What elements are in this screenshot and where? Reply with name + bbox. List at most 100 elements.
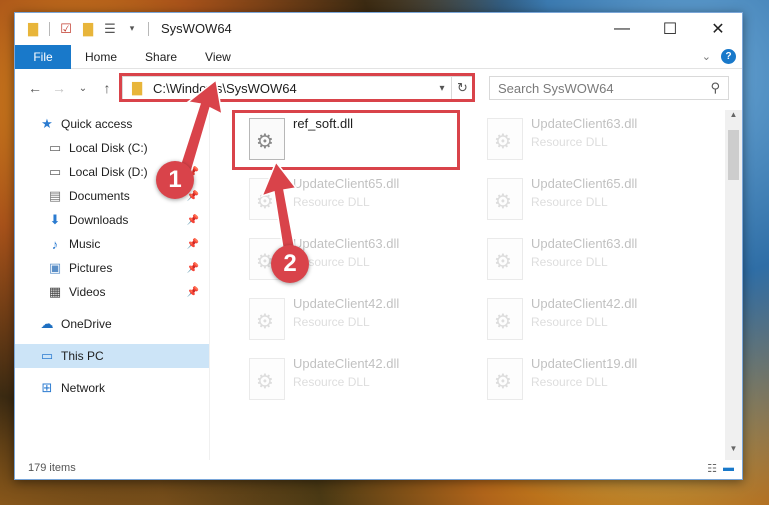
- tab-share[interactable]: Share: [131, 50, 191, 64]
- sidebar-item-local-disk-c[interactable]: ▭ Local Disk (C:) 📌: [15, 136, 209, 160]
- item-count: 179 items: [28, 462, 76, 474]
- help-icon[interactable]: ?: [721, 49, 736, 64]
- file-type: Resource DLL: [531, 315, 608, 329]
- scroll-up-icon[interactable]: ▲: [725, 110, 742, 126]
- pane-divider: [209, 110, 210, 460]
- toolbar-separator: [49, 21, 50, 36]
- file-type: Resource DLL: [531, 195, 608, 209]
- videos-icon: ▦: [48, 284, 62, 299]
- back-button[interactable]: ←: [23, 80, 47, 96]
- pin-icon: 📌: [186, 262, 199, 274]
- dll-file-icon: [487, 118, 523, 160]
- minimize-button[interactable]: —: [598, 13, 646, 45]
- file-tile[interactable]: UpdateClient65.dll Resource DLL: [239, 174, 469, 230]
- file-name: UpdateClient63.dll: [531, 236, 638, 251]
- maximize-button[interactable]: ☐: [646, 13, 694, 45]
- sidebar-item-this-pc[interactable]: ▭ This PC: [15, 344, 209, 368]
- file-type: Resource DLL: [293, 195, 370, 209]
- search-icon: ⚲: [710, 80, 720, 95]
- sidebar-item-label: Local Disk (D:): [69, 165, 148, 179]
- close-button[interactable]: ✕: [694, 13, 742, 45]
- tab-file[interactable]: File: [15, 44, 71, 69]
- file-name: UpdateClient63.dll: [531, 116, 638, 131]
- file-tile[interactable]: UpdateClient63.dll Resource DLL: [477, 234, 707, 290]
- dll-file-icon: [487, 178, 523, 220]
- pin-icon: 📌: [186, 238, 199, 250]
- cloud-icon: ☁: [40, 316, 54, 331]
- drive-icon: ▭: [48, 164, 62, 179]
- tiles-view-icon[interactable]: ▬: [723, 462, 734, 475]
- documents-icon: ▤: [48, 188, 62, 203]
- sidebar-item-label: Downloads: [69, 213, 129, 227]
- sidebar-item-label: Documents: [69, 189, 130, 203]
- sidebar-item-label: Pictures: [69, 261, 113, 275]
- download-icon: ⬇: [49, 212, 61, 227]
- pictures-icon: ▣: [48, 260, 62, 275]
- file-tile[interactable]: UpdateClient63.dll Resource DLL: [477, 114, 707, 170]
- quick-access-toolbar: ▇ ☑ ▇ ☰ ▾: [25, 21, 151, 37]
- pin-icon: 📌: [186, 286, 199, 298]
- file-tile[interactable]: UpdateClient42.dll Resource DLL: [239, 354, 469, 410]
- pin-icon: 📌: [186, 214, 199, 226]
- drive-icon: ▭: [48, 140, 62, 155]
- tab-view[interactable]: View: [191, 50, 245, 64]
- dll-file-icon: [487, 238, 523, 280]
- file-type: Resource DLL: [531, 255, 608, 269]
- sidebar-item-network[interactable]: ⊞ Network: [15, 376, 209, 400]
- pin-icon: 📌: [186, 142, 199, 154]
- vertical-scrollbar[interactable]: ▲ ▼: [725, 110, 742, 460]
- sidebar-item-music[interactable]: ♪ Music 📌: [15, 232, 209, 256]
- sidebar-item-label: This PC: [61, 349, 104, 363]
- details-view-icon[interactable]: ☷: [707, 462, 717, 475]
- search-input[interactable]: Search SysWOW64 ⚲: [489, 76, 729, 100]
- step-1-callout: 1: [156, 161, 194, 199]
- file-type: Resource DLL: [531, 375, 608, 389]
- file-tile[interactable]: UpdateClient19.dll Resource DLL: [477, 354, 707, 410]
- file-type: Resource DLL: [531, 135, 608, 149]
- toolbar-separator: [148, 21, 149, 36]
- customize-icon[interactable]: ☰: [102, 21, 118, 37]
- expand-ribbon-icon[interactable]: ⌄: [702, 50, 711, 63]
- network-icon: ⊞: [41, 380, 53, 395]
- file-tile[interactable]: UpdateClient42.dll Resource DLL: [477, 294, 707, 350]
- file-highlight-box: [232, 110, 460, 170]
- file-type: Resource DLL: [293, 315, 370, 329]
- status-bar: 179 items ☷ ▬: [15, 457, 742, 479]
- file-tile[interactable]: UpdateClient65.dll Resource DLL: [477, 174, 707, 230]
- dll-file-icon: [249, 358, 285, 400]
- title-bar: ▇ ☑ ▇ ☰ ▾ SysWOW64 — ☐ ✕: [15, 13, 742, 45]
- computer-icon: ▭: [40, 348, 54, 363]
- forward-button[interactable]: →: [47, 80, 71, 96]
- sidebar-item-videos[interactable]: ▦ Videos 📌: [15, 280, 209, 304]
- scroll-thumb[interactable]: [728, 130, 739, 180]
- sidebar-item-label: Quick access: [61, 117, 133, 131]
- music-icon: ♪: [51, 236, 59, 252]
- file-tile[interactable]: UpdateClient42.dll Resource DLL: [239, 294, 469, 350]
- window-controls: — ☐ ✕: [598, 13, 742, 45]
- ribbon-tabs: File Home Share View ⌄ ?: [15, 44, 742, 69]
- up-button[interactable]: ↑: [95, 80, 119, 96]
- sidebar-item-onedrive[interactable]: ☁ OneDrive: [15, 312, 209, 336]
- dll-file-icon: [487, 298, 523, 340]
- sidebar-item-quick-access[interactable]: ★ Quick access: [15, 112, 209, 136]
- window-title: SysWOW64: [161, 21, 232, 36]
- file-name: UpdateClient19.dll: [531, 356, 638, 371]
- properties-icon[interactable]: ☑: [58, 21, 74, 37]
- file-name: UpdateClient63.dll: [293, 236, 400, 251]
- tab-home[interactable]: Home: [71, 50, 131, 64]
- file-name: UpdateClient42.dll: [531, 296, 638, 311]
- sidebar-item-label: OneDrive: [61, 317, 112, 331]
- folder-icon: ▇: [28, 20, 38, 36]
- dll-file-icon: [487, 358, 523, 400]
- sidebar-item-label: Network: [61, 381, 106, 395]
- sidebar-item-downloads[interactable]: ⬇ Downloads 📌: [15, 208, 209, 232]
- recent-locations-button[interactable]: ⌄: [71, 83, 95, 94]
- dll-file-icon: [249, 298, 285, 340]
- file-name: UpdateClient65.dll: [293, 176, 400, 191]
- new-folder-icon[interactable]: ▇: [80, 21, 96, 37]
- address-highlight-box: [119, 73, 475, 102]
- file-name: UpdateClient42.dll: [293, 356, 400, 371]
- sidebar-item-pictures[interactable]: ▣ Pictures 📌: [15, 256, 209, 280]
- sidebar-item-label: Local Disk (C:): [69, 141, 148, 155]
- dropdown-icon[interactable]: ▾: [124, 21, 140, 37]
